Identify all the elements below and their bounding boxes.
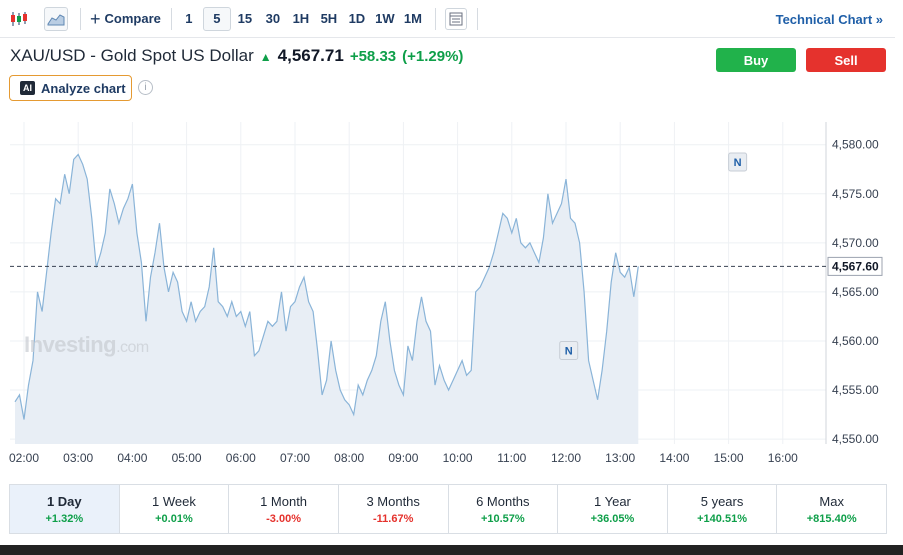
- period-label: 1 Week: [152, 493, 196, 509]
- period-change: +36.05%: [590, 512, 635, 525]
- period-tab[interactable]: 1 Year +36.05%: [558, 485, 668, 533]
- analyze-chart-label: Analyze chart: [41, 80, 126, 96]
- period-performance-table: 1 Day +1.32% 1 Week +0.01% 1 Month -3.00% 3 Mo…: [9, 484, 887, 534]
- period-change: -3.00%: [266, 512, 301, 525]
- watermark-suffix: .com: [116, 339, 149, 356]
- interval-button[interactable]: 1D: [343, 7, 371, 31]
- period-label: 1 Year: [594, 493, 631, 509]
- symbol-title: XAU/USD - Gold Spot US Dollar: [10, 46, 254, 65]
- compare-button[interactable]: + Compare: [90, 7, 161, 31]
- x-tick-label: 11:00: [497, 451, 526, 465]
- interval-button[interactable]: 1M: [399, 7, 427, 31]
- period-tab[interactable]: 6 Months +10.57%: [449, 485, 559, 533]
- interval-group: 1 5 15 30 1H 5H 1D 1W 1M: [175, 6, 427, 31]
- x-tick-label: 06:00: [226, 451, 256, 465]
- interval-button[interactable]: 1H: [287, 7, 315, 31]
- interval-button[interactable]: 5H: [315, 7, 343, 31]
- period-label: 6 Months: [476, 493, 530, 509]
- quote-header: XAU/USD - Gold Spot US Dollar ▲ 4,567.71…: [10, 46, 463, 66]
- technical-chart-link[interactable]: Technical Chart »: [776, 12, 883, 27]
- info-icon[interactable]: i: [138, 80, 153, 95]
- investing-watermark: Investing.com: [24, 332, 149, 358]
- x-tick-label: 10:00: [443, 451, 473, 465]
- area-chart-icon[interactable]: [44, 6, 68, 31]
- interval-button[interactable]: 15: [231, 7, 259, 31]
- layout-icon[interactable]: [444, 7, 467, 30]
- period-change: -11.67%: [373, 512, 414, 525]
- y-tick-label: 4,560.00: [832, 334, 879, 348]
- period-label: Max: [819, 493, 844, 509]
- period-tab[interactable]: 1 Day +1.32%: [10, 485, 120, 533]
- x-tick-label: 09:00: [388, 451, 418, 465]
- last-price: 4,567.71: [277, 46, 344, 65]
- interval-button[interactable]: 1W: [371, 7, 399, 31]
- sell-button[interactable]: Sell: [806, 48, 886, 72]
- up-arrow-icon: ▲: [259, 50, 272, 64]
- chart-toolbar: + Compare 1 5 15 30 1H 5H 1D 1W 1M Technical Cha…: [0, 0, 895, 38]
- bottom-strip: [0, 545, 903, 555]
- compare-label: Compare: [104, 11, 161, 26]
- interval-button[interactable]: 1: [175, 7, 203, 31]
- interval-button[interactable]: 5: [202, 6, 231, 31]
- watermark-main: Investing: [24, 332, 117, 357]
- ai-icon: AI: [20, 81, 35, 95]
- period-label: 5 years: [700, 493, 744, 509]
- interval-button[interactable]: 30: [259, 7, 287, 31]
- period-tab[interactable]: Max +815.40%: [777, 485, 886, 533]
- y-tick-label: 4,555.00: [832, 383, 879, 397]
- x-tick-label: 12:00: [551, 451, 581, 465]
- x-tick-label: 02:00: [9, 451, 39, 465]
- period-label: 1 Month: [260, 493, 308, 509]
- period-change: +815.40%: [806, 512, 857, 525]
- period-label: 1 Day: [46, 493, 82, 509]
- y-tick-label: 4,550.00: [832, 432, 879, 446]
- x-tick-label: 16:00: [768, 451, 798, 465]
- period-change: +1.32%: [45, 512, 84, 525]
- period-change: +0.01%: [155, 512, 193, 525]
- x-tick-label: 08:00: [334, 451, 364, 465]
- toolbar-divider: [434, 7, 436, 30]
- candlestick-chart-icon[interactable]: [8, 7, 30, 31]
- price-change: +58.33: [349, 48, 397, 65]
- price-change-percent: (+1.29%): [402, 48, 464, 65]
- news-marker-label: N: [734, 157, 742, 169]
- y-tick-label: 4,575.00: [832, 187, 879, 201]
- period-change: +10.57%: [480, 512, 525, 525]
- news-marker-label: N: [565, 345, 573, 357]
- period-change: +140.51%: [697, 512, 747, 525]
- price-chart[interactable]: 4,580.00 4,575.00 4,570.00 4,565.00 4,560.00…: [0, 112, 895, 472]
- buy-button[interactable]: Buy: [716, 48, 796, 72]
- period-tab[interactable]: 1 Week +0.01%: [120, 485, 230, 533]
- period-tab[interactable]: 3 Months -11.67%: [339, 485, 449, 533]
- y-tick-label: 4,570.00: [832, 236, 879, 250]
- x-tick-label: 03:00: [63, 451, 93, 465]
- toolbar-divider: [80, 7, 81, 30]
- y-tick-label: 4,580.00: [832, 138, 879, 152]
- x-tick-label: 13:00: [605, 451, 635, 465]
- plus-icon: +: [90, 8, 101, 29]
- period-tab[interactable]: 1 Month -3.00%: [229, 485, 339, 533]
- x-tick-label: 07:00: [280, 451, 310, 465]
- x-tick-label: 05:00: [172, 451, 202, 465]
- toolbar-divider: [476, 7, 478, 30]
- y-tick-label: 4,565.00: [832, 285, 879, 299]
- period-tab[interactable]: 5 years +140.51%: [668, 485, 778, 533]
- toolbar-divider: [170, 7, 172, 30]
- x-tick-label: 14:00: [659, 451, 689, 465]
- x-tick-label: 04:00: [117, 451, 147, 465]
- current-price-label: 4,567.60: [832, 259, 879, 273]
- period-label: 3 Months: [366, 493, 420, 509]
- analyze-chart-button[interactable]: AI Analyze chart: [9, 75, 132, 101]
- x-tick-label: 15:00: [714, 451, 744, 465]
